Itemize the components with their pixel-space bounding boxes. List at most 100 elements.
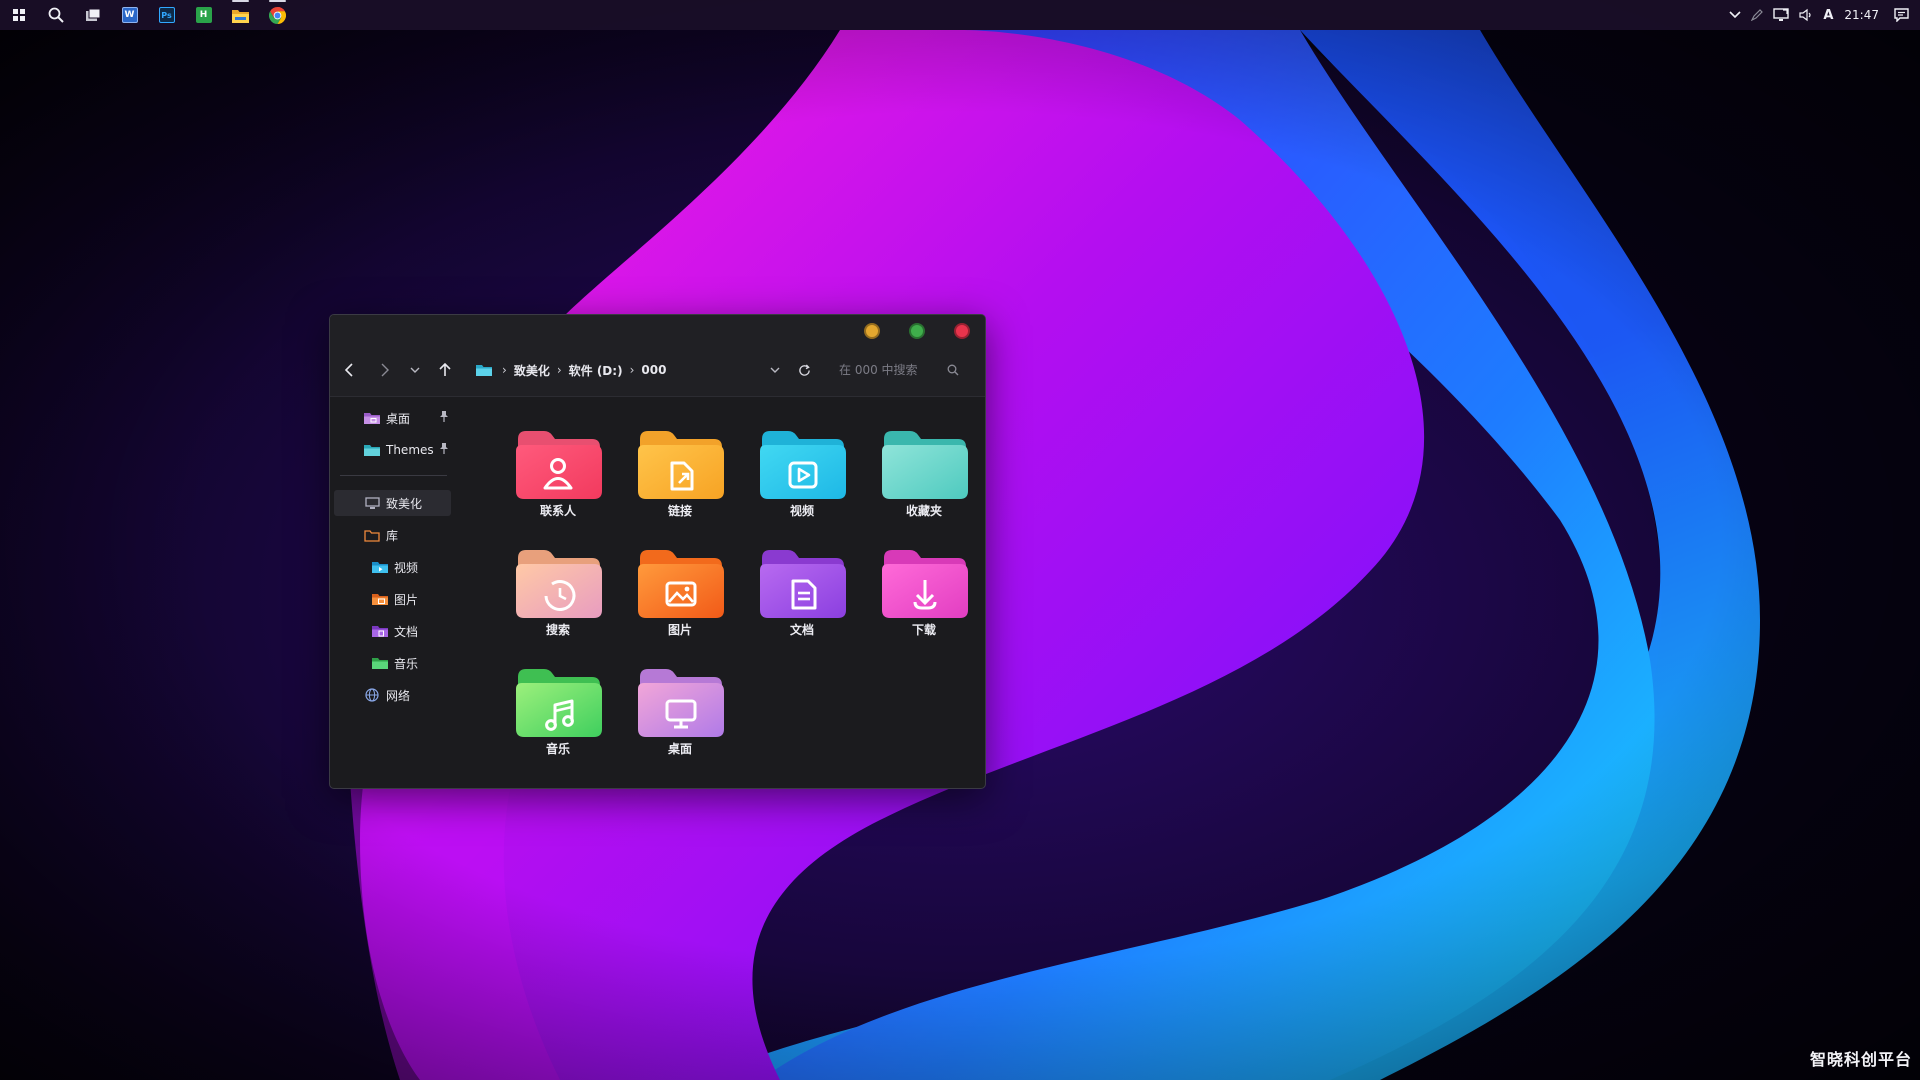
breadcrumb-separator: › xyxy=(502,363,507,377)
chrome-taskbar-button[interactable] xyxy=(259,0,296,30)
sidebar-item-label: 图片 xyxy=(394,592,419,607)
documents-icon xyxy=(760,550,846,618)
photoshop-taskbar-button[interactable]: Ps xyxy=(148,0,185,30)
sidebar-item-label: Themes xyxy=(386,443,434,457)
speaker-icon xyxy=(1799,8,1811,22)
breadcrumb-separator: › xyxy=(629,363,635,377)
folder-label: 联系人 xyxy=(539,504,576,518)
sidebar-divider xyxy=(340,475,447,476)
file-explorer-taskbar-button[interactable] xyxy=(222,0,259,30)
folder-tile[interactable]: 视频 xyxy=(741,425,863,544)
breadcrumb-item[interactable]: 000 xyxy=(638,363,669,377)
sidebar-item-label: 视频 xyxy=(394,560,419,575)
breadcrumb[interactable]: › 致美化 › 软件 (D:) › 000 xyxy=(476,359,669,381)
breadcrumb-item[interactable]: 致美化 xyxy=(511,362,553,379)
desktop-icon xyxy=(638,669,724,737)
task-view-button[interactable] xyxy=(74,0,111,30)
music-icon xyxy=(516,669,602,737)
sidebar-item-documents[interactable]: 文档 xyxy=(334,618,451,644)
desktop-folder-icon xyxy=(364,411,380,425)
tray-ime-button[interactable]: A xyxy=(1818,0,1838,30)
pin-icon[interactable] xyxy=(439,411,449,423)
folder-label: 桌面 xyxy=(667,742,692,756)
folder-label: 搜索 xyxy=(545,623,570,637)
folder-tile[interactable]: 下载 xyxy=(863,544,985,663)
search-box[interactable] xyxy=(829,357,961,383)
sidebar-item-libraries[interactable]: 库 xyxy=(334,522,451,548)
sidebar-item-label: 桌面 xyxy=(386,411,411,426)
chevron-right-icon xyxy=(381,363,389,377)
folder-tile[interactable]: 文档 xyxy=(741,544,863,663)
close-button[interactable] xyxy=(954,323,970,339)
tray-overflow-button[interactable] xyxy=(1724,0,1746,30)
folder-tile[interactable]: 音乐 xyxy=(497,663,619,782)
word-app-icon: W xyxy=(121,7,138,23)
word-taskbar-button[interactable]: W xyxy=(111,0,148,30)
file-explorer-icon xyxy=(232,9,249,23)
up-button[interactable] xyxy=(434,359,456,381)
sidebar-item-music[interactable]: 音乐 xyxy=(334,650,451,676)
sidebar-item-label: 网络 xyxy=(386,688,411,703)
sidebar-item-label: 文档 xyxy=(394,624,419,639)
folder-tile[interactable]: 收藏夹 xyxy=(863,425,985,544)
sidebar-item-this-pc[interactable]: 致美化 xyxy=(334,490,451,516)
downloads-icon xyxy=(882,550,968,618)
ime-indicator: A xyxy=(1823,7,1834,23)
sidebar-item-pictures[interactable]: 图片 xyxy=(334,586,451,612)
folder-tile[interactable]: 链接 xyxy=(619,425,741,544)
hbuilder-taskbar-button[interactable]: H xyxy=(185,0,222,30)
breadcrumb-item[interactable]: 软件 (D:) xyxy=(566,362,626,379)
folder-tile[interactable]: 图片 xyxy=(619,544,741,663)
chevron-down-icon xyxy=(770,367,780,373)
back-button[interactable] xyxy=(338,359,360,381)
system-tray: A 21:47 xyxy=(1724,0,1920,30)
chrome-icon xyxy=(269,6,286,24)
folder-label: 下载 xyxy=(911,623,936,637)
sidebar-item-network[interactable]: 网络 xyxy=(334,682,451,708)
folder-icon xyxy=(476,365,492,376)
sidebar-item-videos[interactable]: 视频 xyxy=(334,554,451,580)
folder-label: 收藏夹 xyxy=(905,504,942,518)
folder-tile[interactable]: 联系人 xyxy=(497,425,619,544)
photoshop-app-icon: Ps xyxy=(158,7,175,23)
window-titlebar[interactable] xyxy=(330,315,985,343)
refresh-button[interactable] xyxy=(793,359,815,381)
favorites-icon xyxy=(882,431,968,499)
chevron-down-icon xyxy=(1729,11,1741,19)
search-input[interactable] xyxy=(839,363,939,377)
forward-button[interactable] xyxy=(374,359,396,381)
search-icon[interactable] xyxy=(947,364,959,376)
minimize-button[interactable] xyxy=(864,323,880,339)
task-view-icon xyxy=(85,8,100,21)
music-folder-icon xyxy=(372,656,388,670)
taskbar-clock[interactable]: 21:47 xyxy=(1838,8,1889,22)
network-icon xyxy=(364,688,380,702)
tray-pen-button[interactable] xyxy=(1746,0,1768,30)
start-button[interactable] xyxy=(0,0,37,30)
folder-grid: 联系人 链接 视频 收藏夹搜索 图片 文档 下载音乐 桌面 xyxy=(457,397,985,788)
folder-icon xyxy=(364,443,380,457)
folder-tile[interactable]: 搜索 xyxy=(497,544,619,663)
tray-volume-button[interactable] xyxy=(1794,0,1818,30)
folder-tile[interactable]: 桌面 xyxy=(619,663,741,782)
pin-icon[interactable] xyxy=(439,443,449,455)
address-history-button[interactable] xyxy=(764,359,786,381)
taskbar-search-button[interactable] xyxy=(37,0,74,30)
documents-folder-icon xyxy=(372,624,388,638)
library-icon xyxy=(364,528,380,542)
folder-label: 链接 xyxy=(667,504,692,518)
notification-icon xyxy=(1894,8,1909,22)
taskbar: W Ps H A 21:47 xyxy=(0,0,1920,30)
sidebar-item-label: 致美化 xyxy=(386,496,423,511)
watermark-text: 智晓科创平台 xyxy=(1809,1050,1912,1069)
chevron-down-icon xyxy=(410,367,420,373)
sidebar-item-desktop[interactable]: 桌面 xyxy=(334,405,451,431)
search-icon xyxy=(48,7,64,23)
sidebar-item-themes[interactable]: Themes xyxy=(334,437,451,463)
maximize-button[interactable] xyxy=(909,323,925,339)
hbuilder-app-icon: H xyxy=(195,7,212,23)
recent-locations-button[interactable] xyxy=(404,359,426,381)
links-icon xyxy=(638,431,724,499)
tray-network-button[interactable] xyxy=(1768,0,1794,30)
action-center-button[interactable] xyxy=(1889,0,1914,30)
